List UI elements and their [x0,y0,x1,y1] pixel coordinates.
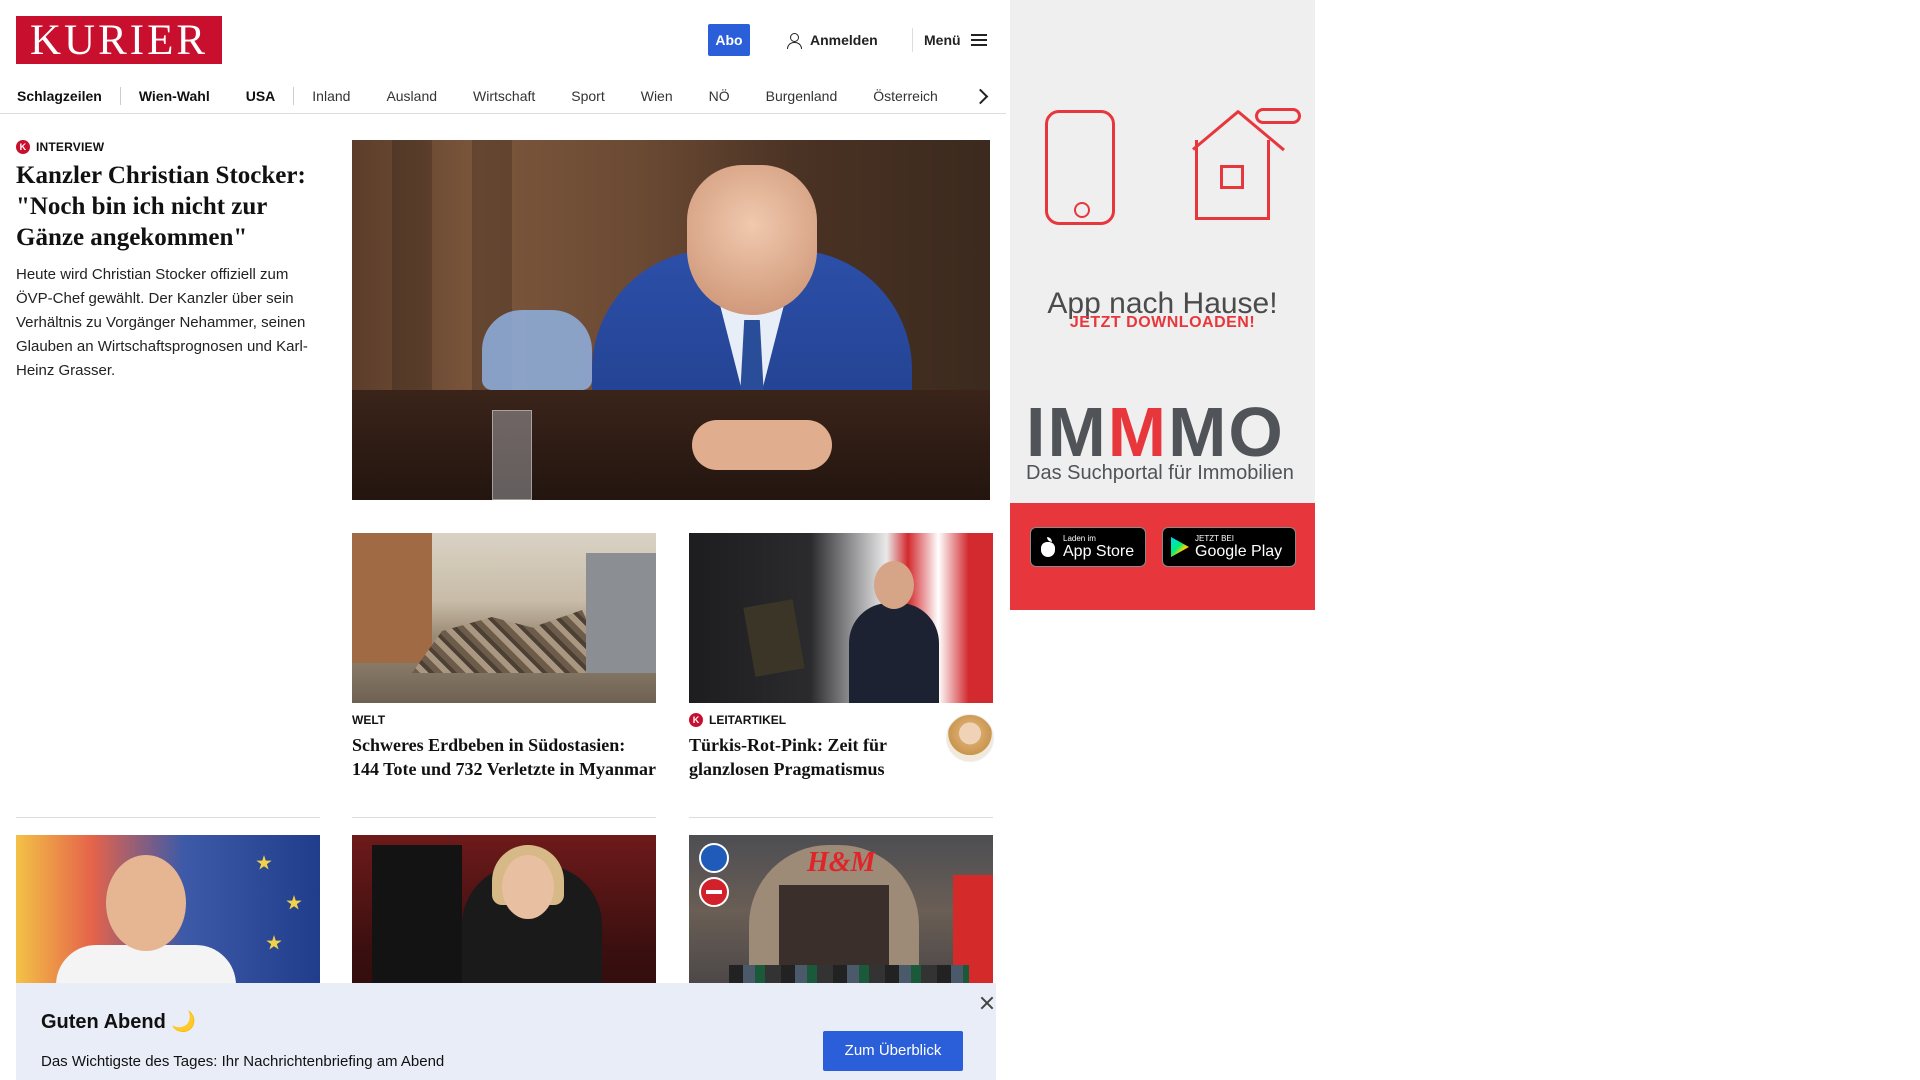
lead-kicker-label: INTERVIEW [36,140,105,154]
kurier-plus-icon: K [689,713,703,727]
briefing-title: Guten Abend 🌙 [41,1011,197,1033]
google-play-badge[interactable]: JETZT BEI Google Play [1162,527,1296,567]
article-headline[interactable]: Schweres Erdbeben in Südostasien: 144 To… [352,733,656,781]
immmo-tagline: Das Suchportal für Immobilien [1026,462,1294,484]
divider [689,817,993,818]
divider [16,817,320,818]
briefing-description: Das Wichtigste des Tages: Ihr Nachrichte… [41,1053,445,1070]
immmo-logo: IMMMO [1026,393,1285,471]
chevron-right-icon[interactable] [972,87,990,105]
app-store-badge[interactable]: Laden im App Store [1030,527,1146,567]
login-button[interactable]: Anmelden [786,24,878,56]
nav-item-ausland[interactable]: Ausland [368,86,455,106]
article-kicker-label: LEITARTIKEL [709,713,787,727]
article-kicker: WELT [352,713,386,727]
nav-item-wien-wahl[interactable]: Wien-Wahl [121,86,228,106]
briefing-overview-button[interactable]: Zum Überblick [823,1031,963,1071]
article-photo[interactable] [352,533,656,703]
apple-icon [1039,537,1057,557]
nav-item-oesterreich[interactable]: Österreich [855,86,956,106]
menu-label: Menü [924,32,961,48]
author-avatar[interactable] [946,714,994,762]
ad-subline: JETZT DOWNLOADEN! [1069,314,1256,331]
header-divider [912,28,913,52]
menu-button[interactable]: Menü [924,24,987,56]
login-label: Anmelden [810,32,878,48]
article-photo[interactable] [689,533,993,703]
lead-headline[interactable]: Kanzler Christian Stocker: "Noch bin ich… [16,160,320,253]
abo-button[interactable]: Abo [708,24,750,56]
nav-item-burgenland[interactable]: Burgenland [748,86,856,106]
nav-item-wirtschaft[interactable]: Wirtschaft [455,86,553,106]
google-play-icon [1171,537,1189,557]
store-badges: Laden im App Store JETZT BEI Google Play [1010,503,1315,610]
nav-item-inland[interactable]: Inland [294,86,368,106]
nav-item-usa[interactable]: USA [228,86,294,106]
nav-item-noe[interactable]: NÖ [691,86,748,106]
lead-photo[interactable] [352,140,990,500]
lead-story-text[interactable]: K INTERVIEW Kanzler Christian Stocker: "… [16,140,320,383]
user-icon [786,32,802,49]
nav-item-schlagzeilen[interactable]: Schlagzeilen [17,86,120,106]
kurier-page: KURIER Abo Anmelden Menü Schlagzeilen Wi… [0,0,1006,1080]
cloud-icon [1255,108,1301,124]
article-card[interactable]: WELT Schweres Erdbeben in Südostasien: 1… [352,533,656,781]
hamburger-icon [970,34,987,46]
kurier-plus-icon: K [16,140,30,154]
close-icon[interactable] [977,993,997,1013]
window-icon [1220,165,1244,189]
immmo-ad[interactable]: App nach Hause! JETZT DOWNLOADEN! IMMMO … [1010,0,1315,610]
article-kicker: K LEITARTIKEL [689,713,993,727]
section-nav: Schlagzeilen Wien-Wahl USA Inland Auslan… [0,78,1006,114]
kurier-logo[interactable]: KURIER [16,16,222,64]
lead-kicker: K INTERVIEW [16,140,320,154]
smartphone-icon [1045,110,1115,225]
site-header: KURIER Abo Anmelden Menü [0,0,1006,80]
divider [352,817,656,818]
lead-teaser: Heute wird Christian Stocker offiziell z… [16,266,308,379]
article-headline[interactable]: Türkis-Rot-Pink: Zeit für glanzlosen Pra… [689,733,919,781]
nav-item-sport[interactable]: Sport [553,86,622,106]
nav-item-wien[interactable]: Wien [623,86,691,106]
evening-briefing-banner: Guten Abend 🌙 Das Wichtigste des Tages: … [16,983,996,1080]
